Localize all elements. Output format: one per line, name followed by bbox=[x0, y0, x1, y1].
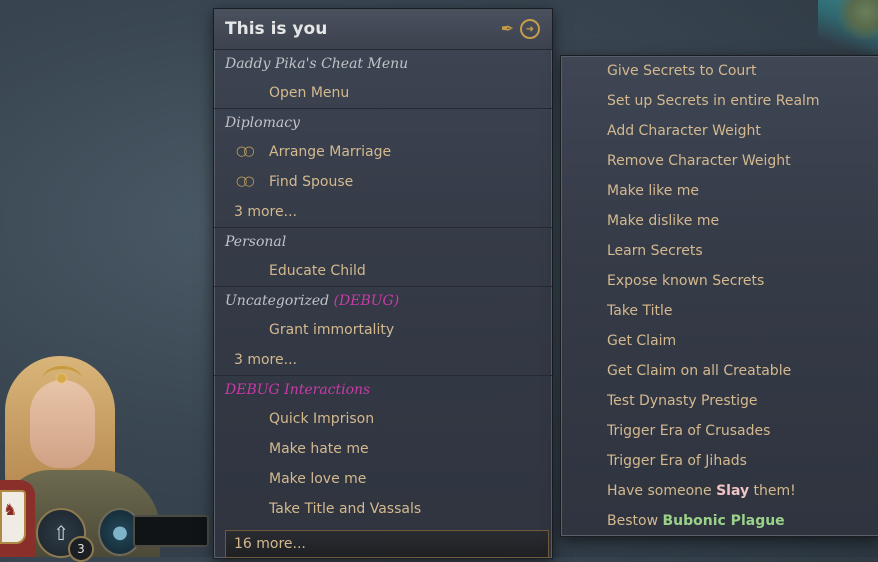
submenu-item[interactable]: Expose known Secrets bbox=[561, 266, 878, 296]
portrait-face bbox=[30, 380, 95, 468]
submenu-list: Give Secrets to Court Set up Secrets in … bbox=[561, 56, 878, 536]
more-link[interactable]: 3 more... bbox=[214, 197, 552, 227]
menu-item-arrange-marriage[interactable]: ○○ Arrange Marriage bbox=[214, 137, 552, 167]
menu-item-find-spouse[interactable]: ○○ Find Spouse bbox=[214, 167, 552, 197]
debug-suffix: (DEBUG) bbox=[333, 293, 400, 309]
menu-item-grant-immortality[interactable]: Grant immortality bbox=[214, 315, 552, 345]
rings-icon: ○○ bbox=[236, 174, 255, 189]
submenu-item-slay[interactable]: Have someone Slay them! bbox=[561, 476, 878, 506]
more-link[interactable]: 3 more... bbox=[214, 345, 552, 375]
interaction-menu: This is you ✒ ➜ Daddy Pika's Cheat Menu … bbox=[213, 8, 553, 559]
hierarchy-icon: ⇧ bbox=[52, 521, 70, 545]
submenu-item[interactable]: Make dislike me bbox=[561, 206, 878, 236]
item-text: Have someone bbox=[607, 483, 717, 499]
menu-item-label: Find Spouse bbox=[269, 174, 354, 190]
submenu-item[interactable]: Trigger Era of Crusades bbox=[561, 416, 878, 446]
progress-slot bbox=[133, 515, 209, 547]
submenu-item[interactable]: Get Claim on all Creatable bbox=[561, 356, 878, 386]
submenu-item[interactable]: Add Character Weight bbox=[561, 116, 878, 146]
pen-icon[interactable]: ✒ bbox=[501, 19, 514, 39]
portrait-gem bbox=[57, 374, 66, 383]
menu-item-make-love-me[interactable]: Make love me bbox=[214, 464, 552, 494]
submenu-item[interactable]: Make like me bbox=[561, 176, 878, 206]
submenu-item-plague[interactable]: Bestow Bubonic Plague bbox=[561, 506, 878, 536]
head-silhouette-icon: ● bbox=[112, 521, 128, 543]
submenu-item[interactable]: Set up Secrets in entire Realm bbox=[561, 86, 878, 116]
submenu-item[interactable]: Give Secrets to Court bbox=[561, 56, 878, 86]
item-text: Bestow bbox=[607, 513, 663, 529]
submenu-item[interactable]: Test Dynasty Prestige bbox=[561, 386, 878, 416]
slay-highlight: Slay bbox=[716, 483, 750, 499]
section-title-text: Uncategorized bbox=[225, 293, 330, 309]
section-diplomacy: Diplomacy ○○ Arrange Marriage ○○ Find Sp… bbox=[214, 109, 552, 228]
section-cheat: Daddy Pika's Cheat Menu Open Menu bbox=[214, 50, 552, 109]
menu-item-educate-child[interactable]: Educate Child bbox=[214, 256, 552, 286]
section-uncategorized: Uncategorized (DEBUG) Grant immortality … bbox=[214, 287, 552, 376]
menu-item-label: Arrange Marriage bbox=[269, 144, 392, 160]
submenu-item[interactable]: Learn Secrets bbox=[561, 236, 878, 266]
menu-item-quick-imprison[interactable]: Quick Imprison bbox=[214, 404, 552, 434]
submenu-item[interactable]: Trigger Era of Jihads bbox=[561, 446, 878, 476]
section-title: DEBUG Interactions bbox=[225, 382, 371, 398]
item-text: them! bbox=[749, 483, 796, 499]
section-title: Daddy Pika's Cheat Menu bbox=[225, 56, 409, 72]
submenu-item[interactable]: Take Title bbox=[561, 296, 878, 326]
menu-item-take-title-vassals[interactable]: Take Title and Vassals bbox=[214, 494, 552, 524]
section-title: Uncategorized (DEBUG) bbox=[214, 287, 552, 315]
circle-arrow-icon[interactable]: ➜ bbox=[520, 19, 540, 39]
rings-icon: ○○ bbox=[236, 144, 255, 159]
more-button[interactable]: 16 more... bbox=[225, 530, 549, 558]
submenu-panel: Give Secrets to Court Set up Secrets in … bbox=[560, 55, 878, 537]
section-personal: Personal Educate Child bbox=[214, 228, 552, 287]
horse-crest-icon: ♞ bbox=[3, 500, 18, 519]
submenu-item[interactable]: Get Claim bbox=[561, 326, 878, 356]
count-badge: 3 bbox=[68, 536, 94, 562]
submenu-item[interactable]: Remove Character Weight bbox=[561, 146, 878, 176]
section-debug: DEBUG Interactions Quick Imprison Make h… bbox=[214, 376, 552, 524]
section-title: Personal bbox=[225, 234, 287, 250]
map-land bbox=[838, 0, 878, 40]
menu-item-make-hate-me[interactable]: Make hate me bbox=[214, 434, 552, 464]
plague-highlight: Bubonic Plague bbox=[662, 513, 785, 529]
menu-header: This is you ✒ ➜ bbox=[214, 9, 552, 50]
menu-item-open-menu[interactable]: Open Menu bbox=[214, 78, 552, 108]
menu-title: This is you bbox=[225, 19, 328, 39]
section-title: Diplomacy bbox=[225, 115, 300, 131]
